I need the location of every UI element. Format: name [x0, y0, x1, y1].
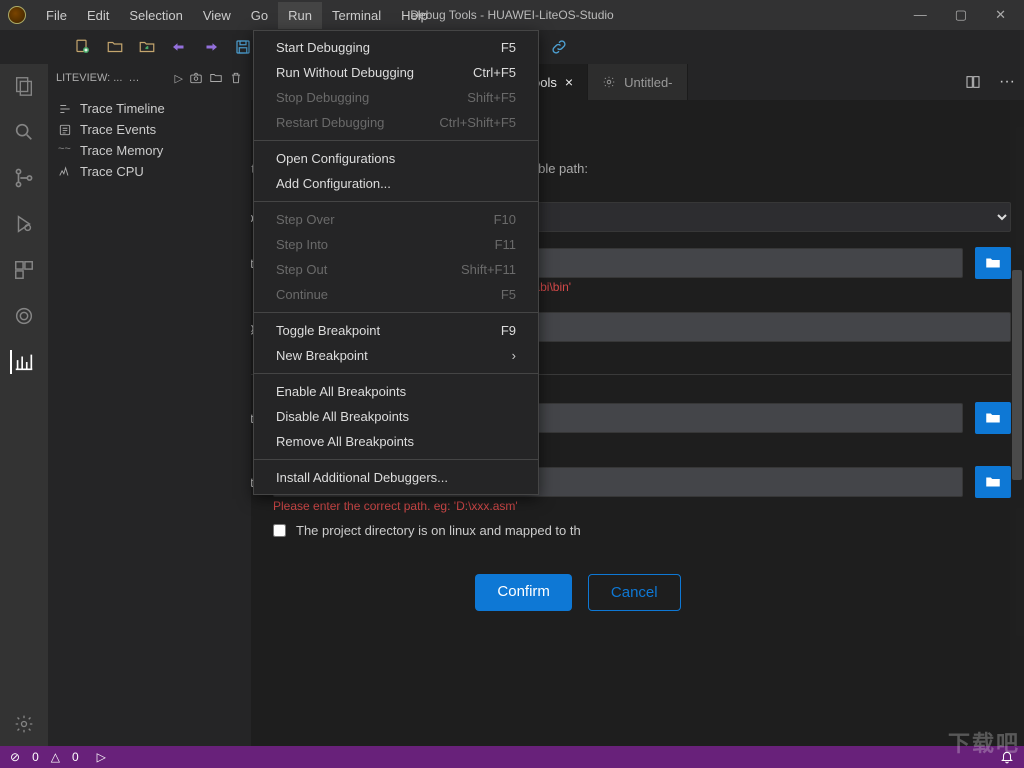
- undo-icon[interactable]: [170, 38, 188, 56]
- sidebar-more-icon[interactable]: …: [128, 72, 139, 84]
- browse-compiler-path-button[interactable]: [975, 247, 1011, 279]
- menu-stop-debug: Stop DebuggingShift+F5: [254, 85, 538, 110]
- menu-restart-debug: Restart DebuggingCtrl+Shift+F5: [254, 110, 538, 135]
- split-editor-icon[interactable]: [956, 64, 990, 100]
- link-chain-icon[interactable]: [550, 38, 568, 56]
- redo-icon[interactable]: [202, 38, 220, 56]
- sidebar-item-label: Trace Timeline: [80, 101, 165, 116]
- browse-asm-button[interactable]: [975, 466, 1011, 498]
- analysis-icon[interactable]: [10, 350, 36, 374]
- menubar: File Edit Selection View Go Run Terminal…: [36, 2, 438, 29]
- titlebar: File Edit Selection View Go Run Terminal…: [0, 0, 1024, 30]
- menu-open-config[interactable]: Open Configurations: [254, 146, 538, 171]
- menu-new-bp[interactable]: New Breakpoint: [254, 343, 538, 368]
- tab-label: Untitled-: [624, 75, 672, 90]
- menu-start-debugging[interactable]: Start DebuggingF5: [254, 35, 538, 60]
- search-icon[interactable]: [12, 120, 36, 144]
- source-control-icon[interactable]: [12, 166, 36, 190]
- sidebar-item-label: Trace Memory: [80, 143, 163, 158]
- errors-icon[interactable]: ⊘: [10, 750, 20, 764]
- explorer-icon[interactable]: [12, 74, 36, 98]
- gear-icon: [602, 75, 616, 89]
- browse-elf-button[interactable]: [975, 402, 1011, 434]
- play-icon[interactable]: ▷: [175, 72, 183, 85]
- run-menu-dropdown: Start DebuggingF5 Run Without DebuggingC…: [253, 30, 539, 495]
- confirm-button[interactable]: Confirm: [475, 574, 572, 611]
- scroll-thumb[interactable]: [1012, 270, 1022, 480]
- app-logo-icon: [8, 6, 26, 24]
- sidebar: LITEVIEW: ... … ▷ Trace Timeline Trace E…: [48, 64, 251, 746]
- menu-toggle-bp[interactable]: Toggle BreakpointF9: [254, 318, 538, 343]
- settings-gear-icon[interactable]: [12, 712, 36, 736]
- asm-path-hint: Please enter the correct path. eg: 'D:\x…: [251, 499, 1011, 513]
- sidebar-item-trace-events[interactable]: Trace Events: [48, 119, 251, 140]
- open-folder-icon[interactable]: [106, 38, 124, 56]
- window-title: Debug Tools - HUAWEI-LiteOS-Studio: [410, 8, 613, 22]
- vertical-scrollbar[interactable]: [1010, 100, 1024, 746]
- liteos-icon[interactable]: [12, 304, 36, 328]
- menu-go[interactable]: Go: [241, 2, 278, 29]
- sidebar-title: LITEVIEW: ...: [56, 72, 122, 84]
- menu-view[interactable]: View: [193, 2, 241, 29]
- tab-untitled[interactable]: Untitled-: [588, 64, 687, 100]
- cancel-button[interactable]: Cancel: [588, 574, 681, 611]
- menu-terminal[interactable]: Terminal: [322, 2, 391, 29]
- pulse-icon: [58, 147, 72, 155]
- run-debug-icon[interactable]: [12, 212, 36, 236]
- menu-step-into: Step IntoF11: [254, 232, 538, 257]
- menu-remove-all-bp[interactable]: Remove All Breakpoints: [254, 429, 538, 454]
- menu-add-config[interactable]: Add Configuration...: [254, 171, 538, 196]
- menu-step-over: Step OverF10: [254, 207, 538, 232]
- menu-file[interactable]: File: [36, 2, 77, 29]
- sidebar-item-trace-timeline[interactable]: Trace Timeline: [48, 98, 251, 119]
- folder-icon[interactable]: [209, 71, 223, 85]
- extensions-icon[interactable]: [12, 258, 36, 282]
- menu-install-debuggers[interactable]: Install Additional Debuggers...: [254, 465, 538, 490]
- save-icon[interactable]: [234, 38, 252, 56]
- new-file-icon[interactable]: [74, 38, 92, 56]
- warnings-icon[interactable]: △: [51, 750, 60, 764]
- maximize-button[interactable]: ▢: [955, 7, 967, 23]
- errors-count: 0: [32, 750, 39, 764]
- menu-step-out: Step OutShift+F11: [254, 257, 538, 282]
- tab-more-icon[interactable]: ···: [990, 64, 1024, 100]
- menu-continue: ContinueF5: [254, 282, 538, 307]
- sidebar-tree: Trace Timeline Trace Events Trace Memory…: [48, 92, 251, 188]
- menu-run-without-debug[interactable]: Run Without DebuggingCtrl+F5: [254, 60, 538, 85]
- minimize-button[interactable]: —: [914, 7, 927, 23]
- status-play-icon[interactable]: ▷: [97, 750, 106, 764]
- sidebar-item-trace-memory[interactable]: Trace Memory: [48, 140, 251, 161]
- linux-mapped-label: The project directory is on linux and ma…: [296, 523, 581, 538]
- status-bar: ⊘ 0 △ 0 ▷: [0, 746, 1024, 768]
- trash-icon[interactable]: [229, 71, 243, 85]
- bell-icon[interactable]: [1000, 750, 1014, 764]
- close-window-button[interactable]: ✕: [995, 7, 1006, 23]
- menu-edit[interactable]: Edit: [77, 2, 119, 29]
- menu-selection[interactable]: Selection: [119, 2, 192, 29]
- linux-mapped-checkbox[interactable]: [273, 524, 286, 537]
- menu-enable-all-bp[interactable]: Enable All Breakpoints: [254, 379, 538, 404]
- sidebar-item-trace-cpu[interactable]: Trace CPU: [48, 161, 251, 182]
- sidebar-item-label: Trace Events: [80, 122, 156, 137]
- close-icon[interactable]: ×: [565, 74, 573, 90]
- warnings-count: 0: [72, 750, 79, 764]
- camera-icon[interactable]: [189, 71, 203, 85]
- open-folder-arrow-icon[interactable]: [138, 38, 156, 56]
- menu-disable-all-bp[interactable]: Disable All Breakpoints: [254, 404, 538, 429]
- activity-bar: [0, 64, 48, 746]
- sidebar-header: LITEVIEW: ... … ▷: [48, 64, 251, 92]
- menu-run[interactable]: Run: [278, 2, 322, 29]
- sidebar-item-label: Trace CPU: [80, 164, 144, 179]
